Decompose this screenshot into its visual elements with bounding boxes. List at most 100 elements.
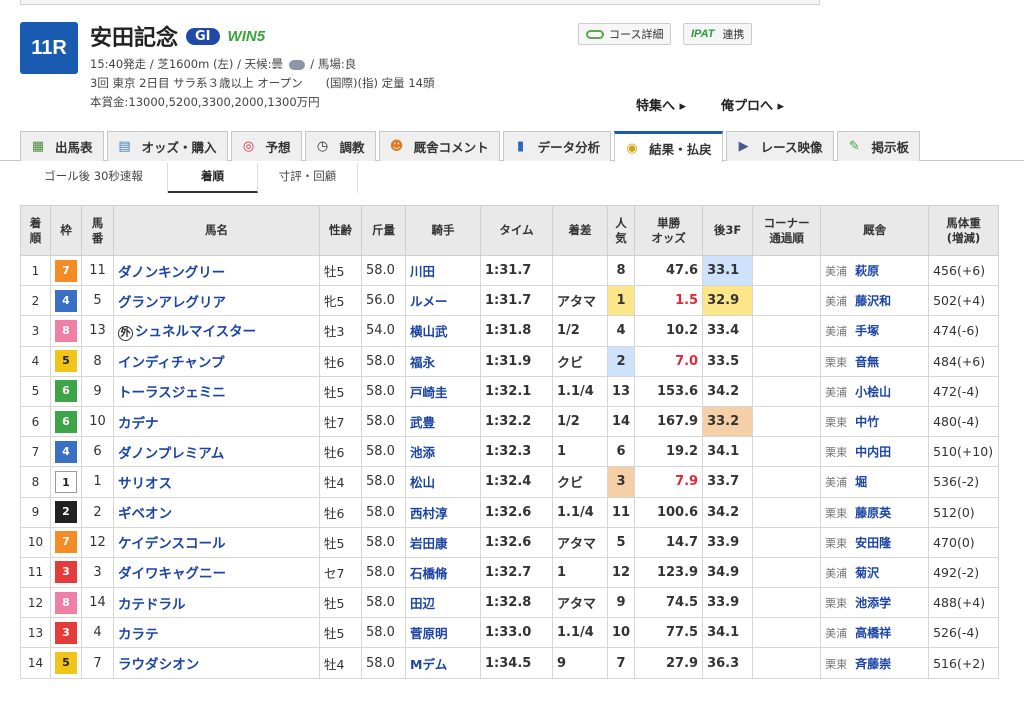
jockey-link[interactable]: 石橋脩 [405, 556, 481, 589]
umaban-cell: 6 [81, 436, 114, 468]
jockey-link[interactable]: 田辺 [405, 587, 481, 619]
trainer-link[interactable]: 中内田 [855, 445, 891, 459]
header-horse: 馬名 [113, 205, 320, 256]
last3f-cell: 33.2 [702, 405, 754, 438]
jockey-link[interactable]: 菅原明 [405, 617, 481, 649]
rank-cell: 4 [20, 345, 51, 377]
last3f-cell: 33.9 [702, 526, 754, 558]
subtab-finish-order[interactable]: 着順 [168, 163, 258, 193]
odds-cell: 1.5 [634, 285, 704, 317]
trainer-link[interactable]: 音無 [855, 355, 879, 369]
horse-name-link[interactable]: トーラスジェミニ [113, 375, 320, 407]
horse-name-link[interactable]: ダノンプレミアム [113, 436, 320, 468]
jockey-link[interactable]: 西村淳 [405, 496, 481, 528]
sexage-cell: 牡5 [319, 587, 362, 619]
coins-icon: ◉ [626, 140, 638, 156]
jockey-link[interactable]: 岩田康 [405, 526, 481, 558]
trainer-location: 美浦 [825, 385, 848, 399]
trainer-link[interactable]: 手塚 [855, 324, 879, 338]
jockey-link[interactable]: 福永 [405, 345, 481, 377]
horse-name: ダノンプレミアム [118, 445, 225, 462]
popularity-cell: 4 [606, 315, 636, 347]
course-detail-button[interactable]: コース詳細 [578, 23, 672, 45]
tab-board[interactable]: ✎ 掲示板 [836, 131, 921, 161]
header-jockey: 騎手 [405, 205, 481, 256]
trainer-link[interactable]: 池添学 [855, 596, 891, 610]
horse-name-link[interactable]: ダイワキャグニー [113, 556, 320, 589]
sexage-cell: 牡5 [319, 617, 362, 649]
header-margin: 着差 [552, 205, 608, 256]
trainer-link[interactable]: 安田隆 [855, 536, 891, 550]
race-tabs: ▦ 出馬表 ▤ オッズ・購入 ◎ 予想 ◷ 調教 ☻ 厩舎コメント ▮ データ分析 ◉ 結果・払戻 ▶ レース… [20, 131, 923, 162]
horse-name-link[interactable]: インディチャンプ [113, 345, 320, 377]
popularity-cell: 8 [606, 254, 636, 287]
tab-target[interactable]: ◎ 予想 [230, 131, 302, 161]
horse-name-link[interactable]: カテドラル [113, 587, 320, 619]
board-icon: ✎ [849, 139, 860, 154]
trainer-link[interactable]: 堀 [855, 475, 867, 489]
jockey-link[interactable]: 武豊 [405, 405, 481, 438]
horse-name-link[interactable]: ケイデンスコール [113, 526, 320, 558]
subtab-goal-flash[interactable]: ゴール後 30秒速報 [20, 163, 168, 193]
trainer-link[interactable]: 中竹 [855, 415, 879, 429]
tab-label: データ分析 [537, 140, 601, 155]
jockey-link[interactable]: 戸崎圭 [405, 375, 481, 407]
last3f-cell: 33.5 [702, 345, 754, 377]
odds-icon: ▤ [118, 139, 131, 154]
kin-cell: 58.0 [361, 405, 406, 438]
horse-name-link[interactable]: ラウダシオン [113, 647, 320, 679]
tab-table[interactable]: ▦ 出馬表 [20, 131, 104, 161]
trainer-location: 美浦 [825, 265, 848, 279]
result-subtabs: ゴール後 30秒速報 着順 寸評・回顧 [20, 163, 358, 193]
corner-cell [752, 285, 822, 317]
horse-name: ダイワキャグニー [118, 566, 226, 583]
video-icon: ▶ [738, 139, 749, 154]
horse-name-link[interactable]: ギベオン [113, 496, 320, 528]
trainer-cell: 栗東 池添学 [820, 587, 930, 619]
trainer-location: 栗東 [825, 536, 848, 550]
jockey-link[interactable]: 池添 [405, 436, 481, 468]
horse-name-link[interactable]: カラテ [113, 617, 320, 649]
time-cell: 1:34.5 [480, 647, 553, 679]
race-data-line2: 3回 東京 2日目 サラ系３歳以上 オープン (国際)(指) 定量 14頭 [90, 76, 435, 90]
tab-stopwatch[interactable]: ◷ 調教 [304, 131, 376, 161]
trainer-link[interactable]: 藤沢和 [855, 294, 891, 308]
trainer-link[interactable]: 藤原英 [855, 506, 891, 520]
horse-name-link[interactable]: ダノンキングリー [113, 254, 320, 287]
odds-cell: 10.2 [634, 315, 704, 347]
weight-cell: 474(-6) [928, 315, 999, 347]
time-cell: 1:31.7 [480, 254, 553, 287]
trainer-location: 美浦 [825, 325, 848, 339]
cloud-icon [288, 59, 305, 70]
tab-odds[interactable]: ▤ オッズ・購入 [106, 131, 228, 161]
subtab-review[interactable]: 寸評・回顧 [258, 163, 358, 193]
special-link[interactable]: 特集へ ▸ [636, 95, 686, 114]
table-icon: ▦ [31, 139, 45, 154]
trainer-link[interactable]: 萩原 [855, 264, 879, 278]
horse-name-link[interactable]: グランアレグリア [113, 285, 320, 317]
jockey-link[interactable]: Mデム [405, 647, 481, 679]
tab-comment[interactable]: ☻ 厩舎コメント [378, 131, 500, 161]
weight-cell: 484(+6) [928, 345, 999, 377]
horse-name-link[interactable]: 外シュネルマイスター [113, 315, 320, 347]
trainer-link[interactable]: 小桧山 [855, 385, 891, 399]
jockey-link[interactable]: 川田 [405, 254, 481, 287]
trainer-link[interactable]: 菊沢 [855, 566, 879, 580]
tab-bar-chart[interactable]: ▮ データ分析 [502, 131, 612, 161]
horse-name-link[interactable]: カデナ [113, 405, 320, 438]
horse-name-link[interactable]: サリオス [113, 466, 320, 498]
ipat-link-button[interactable]: IPAT 連携 [683, 23, 753, 45]
trainer-link[interactable]: 斉藤崇 [855, 657, 891, 671]
trainer-link[interactable]: 高橋祥 [855, 626, 891, 640]
waku-badge: 7 [55, 531, 77, 554]
horse-name: ギベオン [118, 506, 172, 523]
weight-cell: 536(-2) [928, 466, 999, 498]
jockey-link[interactable]: 松山 [405, 466, 481, 498]
waku-badge: 3 [55, 621, 77, 644]
pro-link[interactable]: 俺プロへ ▸ [721, 95, 784, 114]
jockey-link[interactable]: 横山武 [405, 315, 481, 347]
waku-badge: 1 [55, 470, 77, 493]
tab-video[interactable]: ▶ レース映像 [725, 131, 834, 161]
jockey-link[interactable]: ルメー [405, 285, 481, 317]
tab-coins[interactable]: ◉ 結果・払戻 [614, 131, 723, 162]
